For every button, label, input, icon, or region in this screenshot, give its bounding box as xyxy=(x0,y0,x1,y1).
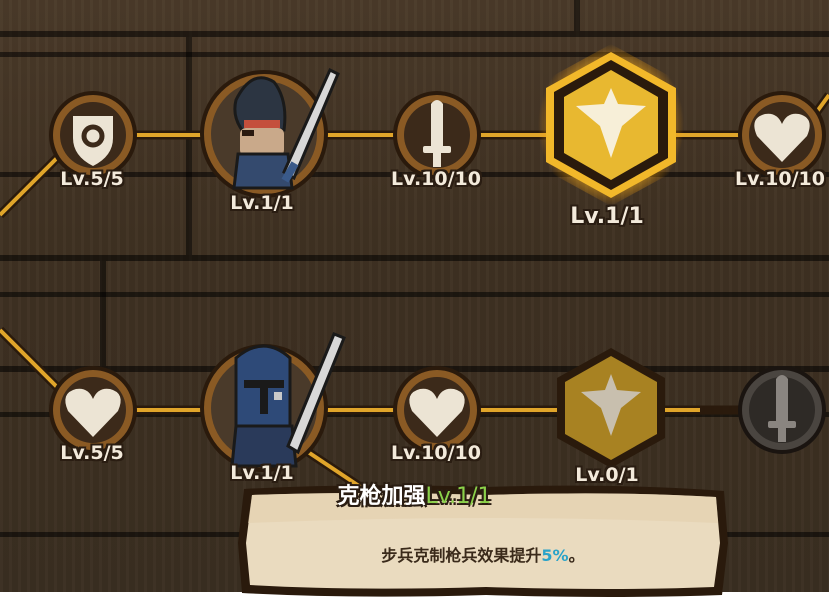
node-level-label: Lv.5/5 xyxy=(60,168,124,190)
desc-suffix: 。 xyxy=(568,546,585,565)
skill-node-spear-selected[interactable] xyxy=(526,40,696,210)
skill-node-knight-1[interactable] xyxy=(192,60,344,200)
node-level-label: Lv.1/1 xyxy=(230,192,294,214)
node-level-label: Lv.5/5 xyxy=(60,442,124,464)
node-level-label: Lv.10/10 xyxy=(391,442,481,464)
skill-title: 克枪加强Lv.1/1 xyxy=(0,478,829,510)
skill-level: Lv.1/1 xyxy=(425,484,492,509)
node-level-label: Lv.1/1 xyxy=(570,204,644,229)
skill-node-spear-available[interactable] xyxy=(553,344,669,472)
skill-node-knight-2[interactable] xyxy=(192,330,352,472)
desc-text: 步兵克制枪兵效果提升 xyxy=(381,546,542,565)
skill-name: 克枪加强 xyxy=(337,484,426,509)
skill-description: 步兵克制枪兵效果提升5%。 xyxy=(236,542,730,566)
desc-value: 5% xyxy=(541,546,569,565)
node-level-label: Lv.10/10 xyxy=(735,168,825,190)
node-level-label: Lv.10/10 xyxy=(391,168,481,190)
skill-node-sword-locked[interactable] xyxy=(735,363,829,457)
